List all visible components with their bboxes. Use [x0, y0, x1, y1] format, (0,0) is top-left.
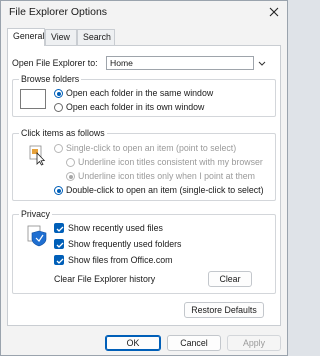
double-click-radio[interactable] — [54, 186, 63, 195]
general-tab-panel: Open File Explorer to: Home Browse folde… — [7, 45, 281, 326]
file-explorer-options-dialog: File Explorer Options General View Searc… — [0, 0, 288, 356]
recent-files-checkbox[interactable] — [54, 223, 64, 233]
click-items-title: Click items as follows — [19, 128, 107, 138]
browse-folders-title: Browse folders — [19, 74, 82, 84]
same-window-label[interactable]: Open each folder in the same window — [66, 88, 213, 98]
folder-window-illustration-icon — [20, 89, 46, 109]
open-to-select[interactable]: Home — [106, 56, 254, 70]
office-files-checkbox[interactable] — [54, 255, 64, 265]
tab-view[interactable]: View — [45, 29, 77, 45]
open-to-value: Home — [110, 58, 133, 68]
window-title: File Explorer Options — [9, 6, 108, 18]
office-files-label[interactable]: Show files from Office.com — [68, 255, 172, 265]
single-click-radio[interactable] — [54, 144, 63, 153]
open-to-label: Open File Explorer to: — [12, 58, 98, 68]
apply-button[interactable]: Apply — [227, 335, 281, 351]
clear-history-button[interactable]: Clear — [208, 271, 252, 287]
pointer-click-icon — [28, 144, 48, 166]
underline-consistent-radio[interactable] — [66, 158, 75, 167]
frequent-folders-checkbox[interactable] — [54, 239, 64, 249]
restore-defaults-button[interactable]: Restore Defaults — [184, 302, 264, 318]
cancel-button[interactable]: Cancel — [167, 335, 221, 351]
own-window-radio[interactable] — [54, 103, 63, 112]
frequent-folders-label[interactable]: Show frequently used folders — [68, 239, 181, 249]
chevron-down-icon[interactable] — [256, 57, 268, 69]
title-bar: File Explorer Options — [1, 1, 287, 25]
underline-point-radio[interactable] — [66, 172, 75, 181]
ok-button[interactable]: OK — [105, 335, 161, 351]
privacy-title: Privacy — [19, 209, 52, 219]
double-click-label[interactable]: Double-click to open an item (single-cli… — [66, 185, 264, 195]
privacy-shield-icon — [26, 223, 48, 247]
clear-history-label: Clear File Explorer history — [54, 274, 156, 284]
underline-point-label[interactable]: Underline icon titles only when I point … — [78, 171, 255, 181]
tab-general[interactable]: General — [7, 28, 45, 46]
recent-files-label[interactable]: Show recently used files — [68, 223, 163, 233]
own-window-label[interactable]: Open each folder in its own window — [66, 102, 204, 112]
close-icon[interactable] — [263, 2, 285, 22]
same-window-radio[interactable] — [54, 89, 63, 98]
single-click-label[interactable]: Single-click to open an item (point to s… — [66, 143, 236, 153]
tab-search[interactable]: Search — [77, 29, 115, 45]
underline-consistent-label[interactable]: Underline icon titles consistent with my… — [78, 157, 263, 167]
